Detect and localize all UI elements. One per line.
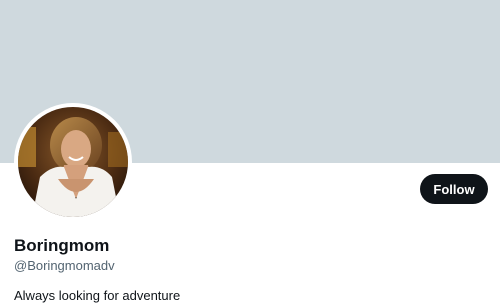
- avatar-photo: [18, 107, 128, 217]
- profile-page: Follow Boringmom @Boringmomadv Always lo…: [0, 0, 500, 308]
- follow-button[interactable]: Follow: [420, 174, 488, 204]
- display-name: Boringmom: [14, 236, 110, 255]
- avatar[interactable]: [14, 103, 132, 221]
- user-handle: @Boringmomadv: [14, 258, 115, 273]
- profile-bio: Always looking for adventure: [14, 288, 181, 303]
